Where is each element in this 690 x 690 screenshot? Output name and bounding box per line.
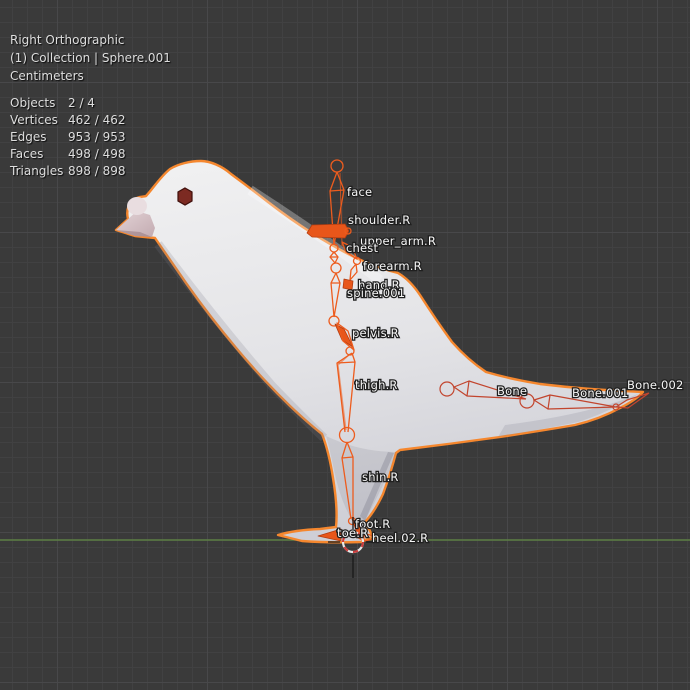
bone-label-bone-001: Bone.001: [572, 386, 629, 400]
bone-shoulder[interactable]: [306, 223, 350, 239]
bone-label-shoulder: shoulder.R: [348, 213, 411, 227]
scene-canvas[interactable]: face shoulder.R upper_arm.R chest forear…: [0, 0, 690, 690]
joint-head[interactable]: [330, 159, 344, 173]
bone-label-bone-002: Bone.002: [627, 378, 684, 392]
bone-label-spine-001: spine.001: [347, 286, 405, 300]
bone-label-forearm: forearm.R: [363, 259, 422, 273]
bone-label-pelvis: pelvis.R: [352, 326, 399, 340]
eye[interactable]: [177, 187, 193, 206]
bone-label-heel-02: heel.02.R: [372, 531, 428, 545]
beak-cere: [127, 197, 147, 215]
bone-label-toe: toe.R: [337, 526, 368, 540]
bone-label-shin: shin.R: [362, 470, 399, 484]
blender-3d-viewport[interactable]: Right Orthographic (1) Collection | Sphe…: [0, 0, 690, 690]
bone-label-thigh: thigh.R: [355, 378, 398, 392]
bone-label-bone: Bone: [497, 384, 527, 398]
bone-label-face: face: [347, 185, 372, 199]
bone-label-chest: chest: [346, 241, 378, 255]
